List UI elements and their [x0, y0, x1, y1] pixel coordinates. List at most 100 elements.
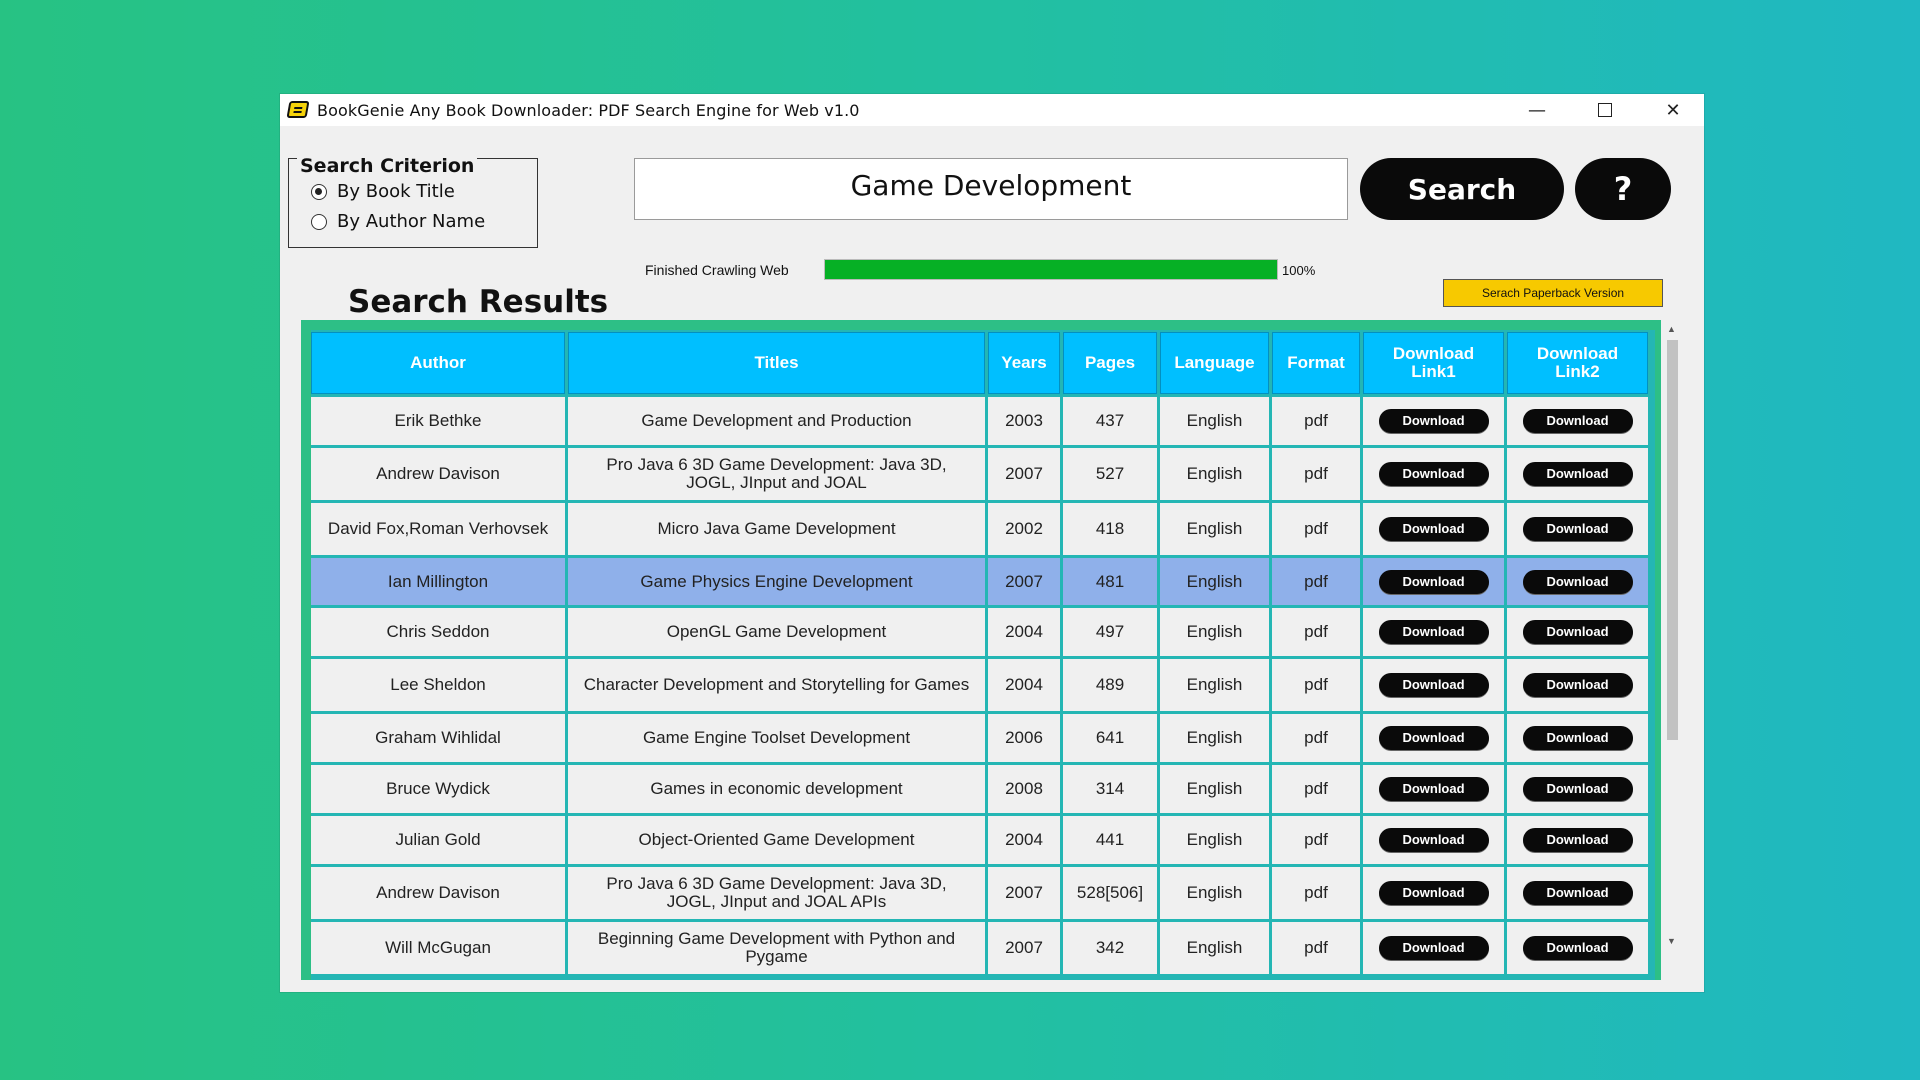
cell-download: Download — [1363, 397, 1504, 445]
cell-year: 2003 — [988, 397, 1060, 445]
cell-download: Download — [1363, 659, 1504, 711]
download-link1-button[interactable]: Download — [1378, 409, 1489, 433]
radio-by-title[interactable]: By Book Title — [311, 181, 455, 202]
download-link2-button[interactable]: Download — [1522, 673, 1633, 697]
download-link2-button[interactable]: Download — [1522, 620, 1633, 644]
cell-author: Chris Seddon — [311, 608, 565, 656]
header-language[interactable]: Language — [1160, 332, 1269, 394]
maximize-button[interactable] — [1572, 94, 1638, 126]
progress-bar — [824, 259, 1278, 280]
cell-year: 2004 — [988, 816, 1060, 864]
cell-format: pdf — [1272, 448, 1360, 500]
cell-format: pdf — [1272, 867, 1360, 919]
table-row[interactable]: Bruce Wydick Games in economic developmen… — [311, 765, 1648, 813]
cell-title: Pro Java 6 3D Game Development: Java 3D,… — [568, 448, 985, 500]
download-link2-button[interactable]: Download — [1522, 881, 1633, 905]
cell-author: Will McGugan — [311, 922, 565, 974]
search-paperback-button[interactable]: Serach Paperback Version — [1443, 279, 1663, 307]
window-title: BookGenie Any Book Downloader: PDF Searc… — [317, 101, 860, 120]
minimize-button[interactable]: — — [1504, 94, 1570, 126]
table-row[interactable]: Andrew Davison Pro Java 6 3D Game Develop… — [311, 448, 1648, 500]
download-link1-button[interactable]: Download — [1378, 462, 1489, 486]
download-link1-button[interactable]: Download — [1378, 777, 1489, 801]
download-link1-button[interactable]: Download — [1378, 517, 1489, 541]
table-row[interactable]: Lee Sheldon Character Development and Sto… — [311, 659, 1648, 711]
cell-download: Download — [1507, 922, 1648, 974]
header-years[interactable]: Years — [988, 332, 1060, 394]
cell-pages: 528[506] — [1063, 867, 1157, 919]
cell-title: Character Development and Storytelling f… — [568, 659, 985, 711]
scroll-up-icon[interactable]: ▲ — [1667, 324, 1676, 334]
cell-download: Download — [1363, 503, 1504, 555]
header-link1-line2: Link1 — [1411, 362, 1456, 381]
download-link2-button[interactable]: Download — [1522, 517, 1633, 541]
table-row[interactable]: David Fox,Roman Verhovsek Micro Java Game… — [311, 503, 1648, 555]
download-link1-button[interactable]: Download — [1378, 936, 1489, 960]
download-link1-button[interactable]: Download — [1378, 881, 1489, 905]
radio-by-author[interactable]: By Author Name — [311, 211, 485, 232]
download-link1-button[interactable]: Download — [1378, 620, 1489, 644]
header-download-link2[interactable]: Download Link2 — [1507, 332, 1648, 394]
header-download-link1[interactable]: Download Link1 — [1363, 332, 1504, 394]
header-format[interactable]: Format — [1272, 332, 1360, 394]
header-titles[interactable]: Titles — [568, 332, 985, 394]
download-link2-button[interactable]: Download — [1522, 726, 1633, 750]
cell-author: Graham Wihlidal — [311, 714, 565, 762]
search-button[interactable]: Search — [1360, 158, 1564, 220]
cell-title: Games in economic development — [568, 765, 985, 813]
cell-download: Download — [1363, 714, 1504, 762]
cell-author: Julian Gold — [311, 816, 565, 864]
download-link2-button[interactable]: Download — [1522, 936, 1633, 960]
progress-percent: 100% — [1282, 263, 1316, 278]
cell-year: 2002 — [988, 503, 1060, 555]
download-link2-button[interactable]: Download — [1522, 828, 1633, 852]
table-row[interactable]: Ian Millington Game Physics Engine Develo… — [311, 558, 1648, 605]
cell-format: pdf — [1272, 714, 1360, 762]
header-author[interactable]: Author — [311, 332, 565, 394]
download-link1-button[interactable]: Download — [1378, 569, 1489, 594]
radio-button-author[interactable] — [311, 213, 327, 230]
table-row[interactable]: Graham Wihlidal Game Engine Toolset Devel… — [311, 714, 1648, 762]
cell-author: Bruce Wydick — [311, 765, 565, 813]
download-link1-button[interactable]: Download — [1378, 726, 1489, 750]
scroll-thumb[interactable] — [1667, 340, 1678, 740]
cell-language: English — [1160, 397, 1269, 445]
cell-author: David Fox,Roman Verhovsek — [311, 503, 565, 555]
cell-download: Download — [1363, 558, 1504, 605]
cell-year: 2004 — [988, 608, 1060, 656]
search-criterion-group: Search Criterion By Book Title By Author… — [288, 155, 538, 248]
table-row[interactable]: Julian Gold Object-Oriented Game Developm… — [311, 816, 1648, 864]
cell-pages: 437 — [1063, 397, 1157, 445]
progress-fill — [825, 260, 1277, 279]
table-row[interactable]: Will McGugan Beginning Game Development w… — [311, 922, 1648, 974]
cell-author: Andrew Davison — [311, 448, 565, 500]
close-button[interactable]: ✕ — [1640, 94, 1706, 126]
table-scrollbar[interactable]: ▲ ▼ — [1664, 324, 1680, 954]
header-pages[interactable]: Pages — [1063, 332, 1157, 394]
cell-pages: 641 — [1063, 714, 1157, 762]
cell-pages: 342 — [1063, 922, 1157, 974]
radio-button-title[interactable] — [311, 183, 327, 200]
table-row[interactable]: Andrew Davison Pro Java 6 3D Game Develop… — [311, 867, 1648, 919]
cell-download: Download — [1507, 503, 1648, 555]
cell-download: Download — [1507, 816, 1648, 864]
table-row[interactable]: Erik Bethke Game Development and Producti… — [311, 397, 1648, 445]
table-row[interactable]: Chris Seddon OpenGL Game Development 2004 4… — [311, 608, 1648, 656]
cell-language: English — [1160, 558, 1269, 605]
download-link1-button[interactable]: Download — [1378, 828, 1489, 852]
download-link2-button[interactable]: Download — [1522, 777, 1633, 801]
download-link2-button[interactable]: Download — [1522, 409, 1633, 433]
download-link1-button[interactable]: Download — [1378, 673, 1489, 697]
download-link2-button[interactable]: Download — [1522, 462, 1633, 486]
scroll-down-icon[interactable]: ▼ — [1667, 936, 1676, 946]
cell-title: Game Development and Production — [568, 397, 985, 445]
cell-language: English — [1160, 448, 1269, 500]
header-link1-line1: Download — [1392, 344, 1475, 363]
download-link2-button[interactable]: Download — [1522, 569, 1633, 594]
cell-pages: 481 — [1063, 558, 1157, 605]
help-button[interactable]: ? — [1575, 158, 1671, 220]
search-input[interactable]: Game Development — [634, 158, 1348, 220]
cell-title: Pro Java 6 3D Game Development: Java 3D,… — [568, 867, 985, 919]
cell-download: Download — [1507, 448, 1648, 500]
cell-pages: 418 — [1063, 503, 1157, 555]
